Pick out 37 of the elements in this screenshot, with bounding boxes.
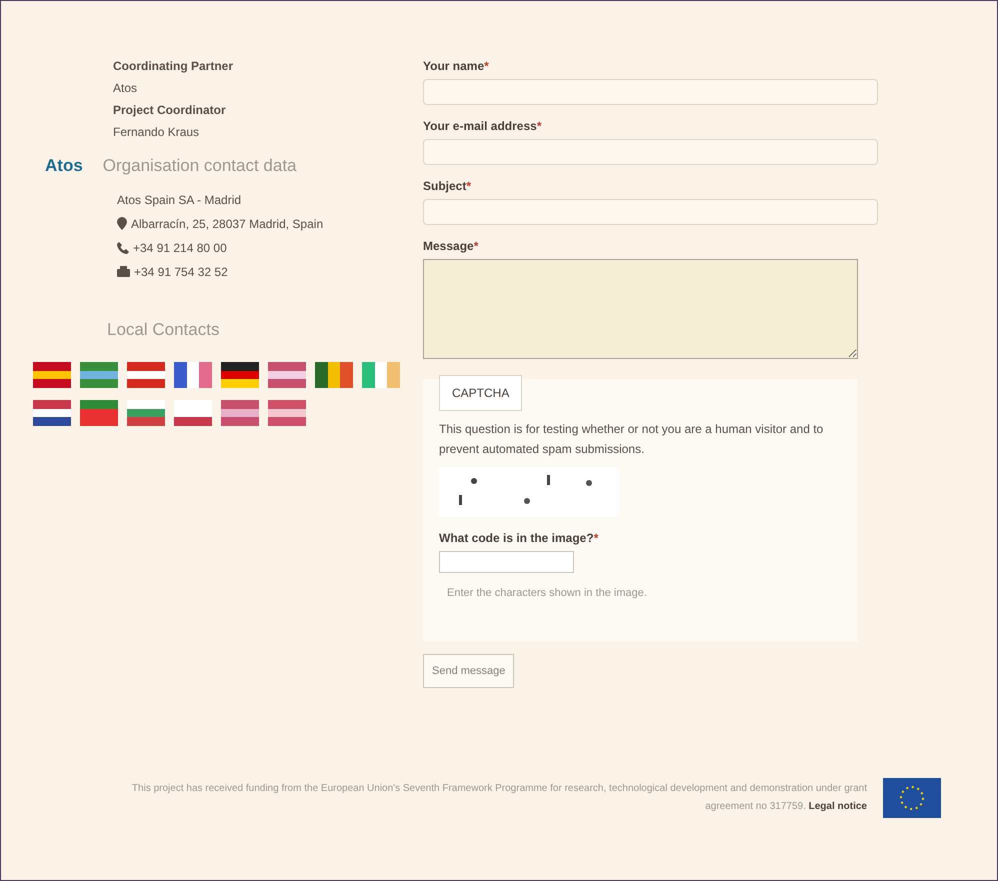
captcha-legend: CAPTCHA [439, 375, 522, 411]
send-message-button[interactable]: Send message [423, 654, 514, 688]
funding-notice: This project has received funding from the European Union's Seventh Framework Programme for research, technological development and demonstration under grant agreement no 317759. Legal notice [130, 782, 867, 814]
company-logo: Atos [45, 155, 83, 177]
flag-icon[interactable] [174, 400, 212, 426]
message-field[interactable] [423, 259, 858, 359]
project-coordinator-value: Fernando Kraus [113, 124, 200, 141]
captcha-code-label: What code is in the image?* [439, 530, 600, 547]
location-pin-icon [117, 217, 127, 230]
coordinating-partner-label: Coordinating Partner [113, 58, 234, 75]
text-field[interactable] [423, 79, 878, 105]
captcha-field[interactable] [439, 551, 574, 573]
fax-icon [117, 266, 130, 277]
flag-icon[interactable] [221, 362, 259, 388]
project-coordinator-label: Project Coordinator [113, 102, 227, 119]
flag-icon[interactable] [174, 362, 212, 388]
captcha-hint: Enter the characters shown in the image. [446, 586, 648, 601]
flag-icon[interactable] [127, 400, 165, 426]
fax-number: +34 91 754 32 52 [134, 264, 228, 280]
field-label: Your e-mail address* [423, 118, 542, 135]
text-field[interactable] [423, 139, 878, 165]
coordinating-partner-value: Atos [113, 80, 138, 97]
field-label: Message* [423, 238, 480, 255]
flag-icon[interactable] [33, 400, 71, 426]
text-field[interactable] [423, 199, 878, 225]
field-label: Subject* [423, 178, 472, 195]
address-text: Albarracín, 25, 28037 Madrid, Spain [131, 216, 324, 232]
organisation-name: Atos Spain SA - Madrid [117, 192, 242, 208]
phone-number: +34 91 214 80 00 [133, 240, 227, 256]
legal-notice-link[interactable]: Legal notice [808, 801, 867, 812]
captcha-description: This question is for testing whether or not you are a human visitor and to prevent automated spam submissions. [439, 421, 824, 458]
eu-flag-icon [883, 778, 941, 818]
local-contacts-heading: Local Contacts [106, 318, 220, 340]
organisation-heading: Organisation contact data [102, 155, 297, 177]
flag-icon[interactable] [127, 362, 165, 388]
field-label: Your name* [423, 58, 490, 75]
phone-icon [117, 242, 129, 254]
